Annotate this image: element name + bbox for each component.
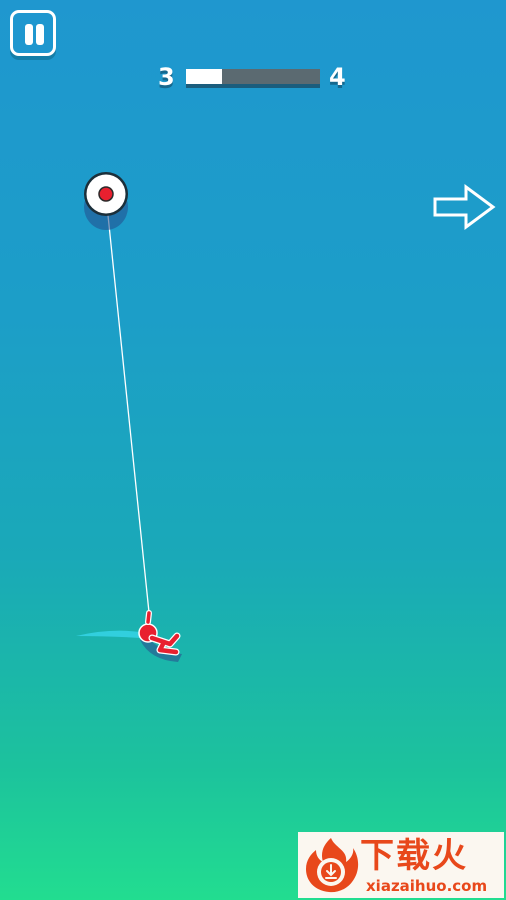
swing-rope [105,195,151,623]
target-anchor-icon[interactable] [84,172,128,230]
watermark-domain: xiazaihuo.com [366,877,488,895]
level-progress-fill [186,69,223,84]
pause-button[interactable] [10,10,56,56]
watermark-badge: 下载火 xiazaihuo.com [298,832,504,898]
stickman-hero-icon [138,610,182,662]
game-scene[interactable] [0,0,506,900]
level-progress-bar [186,69,320,84]
motion-trail [76,630,140,638]
flame-logo-icon [306,838,359,893]
watermark-name: 下载火 [360,836,468,876]
current-level-label: 3 [158,63,175,91]
next-level-label: 4 [329,63,346,91]
right-arrow-icon [433,184,496,230]
